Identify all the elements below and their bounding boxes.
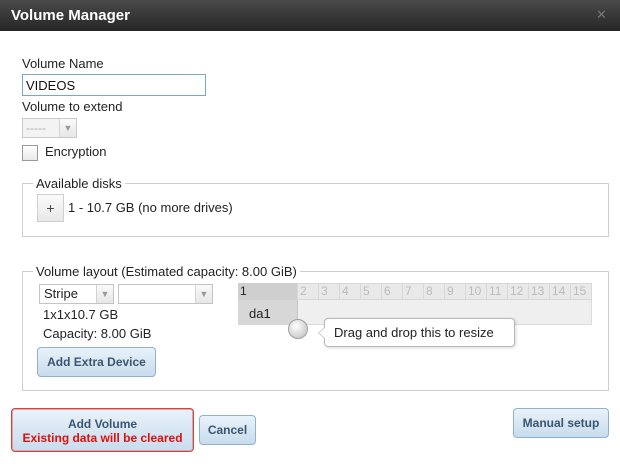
manual-setup-button[interactable]: Manual setup bbox=[513, 408, 609, 438]
layout-type-value: Stripe bbox=[44, 286, 78, 301]
grid-column-11: 11 bbox=[487, 283, 508, 300]
resize-tooltip: Drag and drop this to resize bbox=[318, 318, 515, 347]
layout-size-text: 1x1x10.7 GB bbox=[43, 307, 119, 322]
grid-column-5: 5 bbox=[361, 283, 382, 300]
encryption-checkbox[interactable] bbox=[22, 145, 38, 161]
grid-column-15: 15 bbox=[571, 283, 592, 300]
dialog-title: Volume Manager bbox=[11, 7, 130, 24]
chevron-down-icon: ▼ bbox=[59, 119, 76, 137]
volume-layout-legend: Volume layout (Estimated capacity: 8.00 … bbox=[33, 264, 300, 279]
grid-column-14: 14 bbox=[550, 283, 571, 300]
grid-column-13: 13 bbox=[529, 283, 550, 300]
grid-column-12: 12 bbox=[508, 283, 529, 300]
close-icon[interactable]: ✕ bbox=[595, 8, 608, 21]
layout-secondary-select[interactable]: ▼ bbox=[118, 284, 213, 304]
grid-column-9: 9 bbox=[445, 283, 466, 300]
volume-name-label: Volume Name bbox=[22, 56, 104, 71]
volume-to-extend-label: Volume to extend bbox=[22, 99, 123, 114]
grid-column-2: 2 bbox=[298, 283, 319, 300]
dialog-titlebar: Volume Manager ✕ bbox=[0, 0, 620, 31]
add-volume-warning: Existing data will be cleared bbox=[22, 431, 183, 445]
grid-column-1: 1 bbox=[238, 283, 298, 300]
add-extra-device-button[interactable]: Add Extra Device bbox=[37, 347, 156, 377]
grid-column-6: 6 bbox=[382, 283, 403, 300]
volume-name-input[interactable] bbox=[22, 74, 206, 96]
available-disk-info: 1 - 10.7 GB (no more drives) bbox=[68, 200, 233, 215]
volume-to-extend-select[interactable]: ----- ▼ bbox=[22, 118, 77, 138]
disk-chip[interactable]: da1 bbox=[238, 300, 298, 325]
grid-column-8: 8 bbox=[424, 283, 445, 300]
layout-type-select[interactable]: Stripe ▼ bbox=[39, 284, 114, 304]
add-volume-button[interactable]: Add Volume Existing data will be cleared bbox=[11, 408, 194, 452]
add-volume-label: Add Volume bbox=[67, 417, 138, 431]
layout-capacity-text: Capacity: 8.00 GiB bbox=[43, 326, 152, 341]
grid-column-3: 3 bbox=[319, 283, 340, 300]
add-disk-button[interactable]: + bbox=[37, 194, 64, 222]
resize-handle[interactable] bbox=[288, 319, 308, 339]
volume-to-extend-value: ----- bbox=[26, 121, 46, 135]
grid-column-7: 7 bbox=[403, 283, 424, 300]
grid-column-10: 10 bbox=[466, 283, 487, 300]
cancel-button[interactable]: Cancel bbox=[199, 415, 256, 445]
chevron-down-icon: ▼ bbox=[96, 285, 113, 303]
grid-column-4: 4 bbox=[340, 283, 361, 300]
available-disks-legend: Available disks bbox=[33, 176, 125, 191]
encryption-label: Encryption bbox=[45, 144, 107, 159]
chevron-down-icon: ▼ bbox=[195, 285, 212, 303]
